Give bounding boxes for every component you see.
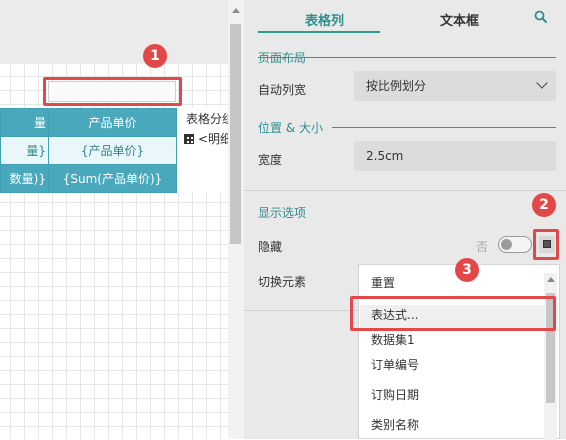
search-icon[interactable] <box>534 10 548 24</box>
section-divider <box>332 127 556 128</box>
section-separator <box>244 190 566 191</box>
width-label: 宽度 <box>258 153 283 167</box>
chevron-down-icon <box>536 77 548 89</box>
table-group-label: 表格分组 <box>186 112 228 126</box>
auto-width-label: 自动列宽 <box>258 83 307 97</box>
table-cell[interactable]: 数量)} <box>0 164 49 193</box>
report-canvas: 量 产品单价 量} {产品单价} 数量)} {Sum(产品单价)} 表格分组 <… <box>0 0 244 439</box>
scrollbar-thumb[interactable] <box>230 24 241 244</box>
callout-badge: 1 <box>143 44 167 68</box>
callout-badge: 3 <box>455 258 479 282</box>
dropdown-item-dataset[interactable]: 数据集1 <box>371 331 415 348</box>
tab-text-box[interactable]: 文本框 <box>440 10 479 29</box>
dropdown-item-reset[interactable]: 重置 <box>371 274 395 291</box>
table-detail-row[interactable]: 量} {产品单价} <box>0 136 177 165</box>
tab-table-column[interactable]: 表格列 <box>305 10 344 29</box>
callout-badge: 2 <box>532 193 556 217</box>
scroll-up-arrow-icon[interactable] <box>232 8 240 13</box>
toggle-element-dropdown[interactable]: 重置 表达式... 数据集1 订单编号 订购日期 类别名称 <box>358 264 560 440</box>
table-group-item[interactable]: <明细 <box>184 130 228 147</box>
table-cell[interactable]: {Sum(产品单价)} <box>48 164 177 193</box>
callout-box-expression-button <box>533 229 559 260</box>
table-group-icon <box>184 134 194 144</box>
table-cell[interactable]: 产品单价 <box>48 108 177 137</box>
scroll-up-arrow-icon[interactable] <box>547 277 555 282</box>
table-group-panel: 表格分组 <明细 <box>178 108 228 192</box>
toggle-element-label: 切换元素 <box>258 275 307 289</box>
dropdown-item-category-name[interactable]: 类别名称 <box>371 416 419 433</box>
hidden-toggle[interactable] <box>498 236 532 253</box>
section-title-position-size: 位置 & 大小 <box>258 121 323 135</box>
table-group-item-label: <明细 <box>198 132 228 146</box>
table-cell[interactable]: 量} <box>0 136 49 165</box>
callout-box-expression-item <box>350 296 556 331</box>
canvas-header-band <box>0 0 228 64</box>
auto-width-value: 按比例划分 <box>366 79 427 93</box>
canvas-scrollbar[interactable] <box>228 0 244 439</box>
table-header-row[interactable]: 量 产品单价 <box>0 108 177 137</box>
table-footer-row[interactable]: 数量)} {Sum(产品单价)} <box>0 164 177 193</box>
section-divider <box>258 57 556 58</box>
report-table[interactable]: 量 产品单价 量} {产品单价} 数量)} {Sum(产品单价)} <box>0 108 177 193</box>
table-cell[interactable]: 量 <box>0 108 49 137</box>
dropdown-item-order-date[interactable]: 订购日期 <box>371 386 419 403</box>
dropdown-item-order-number[interactable]: 订单编号 <box>371 356 419 373</box>
properties-panel: 表格列 文本框 页面布局 自动列宽 按比例划分 位置 & 大小 宽度 2.5cm… <box>244 0 566 440</box>
toggle-knob <box>501 239 512 250</box>
width-field[interactable]: 2.5cm <box>354 141 556 171</box>
panel-tabs: 表格列 文本框 <box>244 0 566 33</box>
callout-box-textbox <box>43 77 182 106</box>
section-separator <box>244 310 358 311</box>
auto-width-select[interactable]: 按比例划分 <box>354 71 556 101</box>
table-cell[interactable]: {产品单价} <box>48 136 177 165</box>
hidden-label: 隐藏 <box>258 240 283 254</box>
active-tab-indicator <box>258 31 380 33</box>
section-title-display-options: 显示选项 <box>258 206 307 220</box>
toggle-off-text: 否 <box>476 240 489 254</box>
